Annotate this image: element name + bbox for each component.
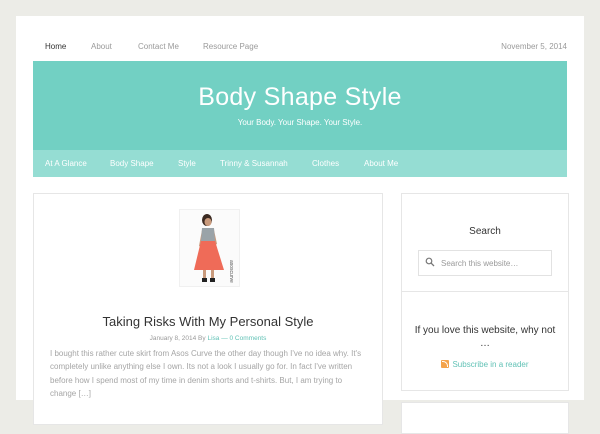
post-excerpt: I bought this rather cute skirt from Aso… (50, 349, 362, 398)
subscribe-widget: If you love this website, why not … Subs… (401, 291, 569, 391)
search-box (418, 250, 552, 276)
site-tagline: Your Body. Your Shape. Your Style. (237, 118, 363, 127)
post-meta: January 8, 2014 By Lisa — 0 Comments (34, 335, 382, 342)
sidebar-widget (401, 402, 569, 434)
site-title[interactable]: Body Shape Style (33, 61, 567, 112)
nav-clothes[interactable]: Clothes (312, 159, 339, 168)
site-header: Body Shape Style Your Body. Your Shape. … (33, 61, 567, 150)
current-date: November 5, 2014 (501, 42, 567, 51)
nav-style[interactable]: Style (178, 159, 196, 168)
top-nav-resource-page[interactable]: Resource Page (203, 42, 258, 51)
search-input[interactable] (441, 251, 547, 275)
fashion-photo-image: asoscurve (180, 210, 239, 286)
post-by-label: By (198, 335, 206, 342)
subscribe-link[interactable]: Subscribe in a reader (402, 360, 568, 369)
top-nav-contact[interactable]: Contact Me (138, 42, 179, 51)
post-thumbnail[interactable]: asoscurve (179, 209, 240, 287)
page-wrapper: Home About Contact Me Resource Page Nove… (16, 16, 584, 434)
top-nav: Home About Contact Me Resource Page Nove… (16, 16, 584, 61)
image-label: asoscurve (228, 260, 234, 283)
search-widget: Search (401, 193, 569, 292)
post-date: January 8, 2014 (149, 335, 197, 342)
search-widget-title: Search (469, 226, 501, 237)
subscribe-link-label: Subscribe in a reader (452, 360, 529, 369)
post-meta-separator: — (221, 335, 228, 342)
post-title[interactable]: Taking Risks With My Personal Style (34, 314, 382, 329)
primary-nav: At A Glance Body Shape Style Trinny & Su… (33, 150, 567, 177)
nav-about-me[interactable]: About Me (364, 159, 398, 168)
nav-body-shape[interactable]: Body Shape (110, 159, 154, 168)
post-card: asoscurve Taking Risks With My Personal … (33, 193, 383, 425)
search-icon[interactable] (425, 257, 435, 267)
top-nav-home[interactable]: Home (45, 42, 66, 51)
nav-at-a-glance[interactable]: At A Glance (45, 159, 87, 168)
post-comments-link[interactable]: 0 Comments (230, 335, 267, 342)
post-author-link[interactable]: Lisa (207, 335, 219, 342)
rss-icon (441, 360, 450, 368)
nav-trinny-susannah[interactable]: Trinny & Susannah (220, 159, 288, 168)
subscribe-widget-title: If you love this website, why not … (414, 325, 556, 349)
top-nav-about[interactable]: About (91, 42, 112, 51)
